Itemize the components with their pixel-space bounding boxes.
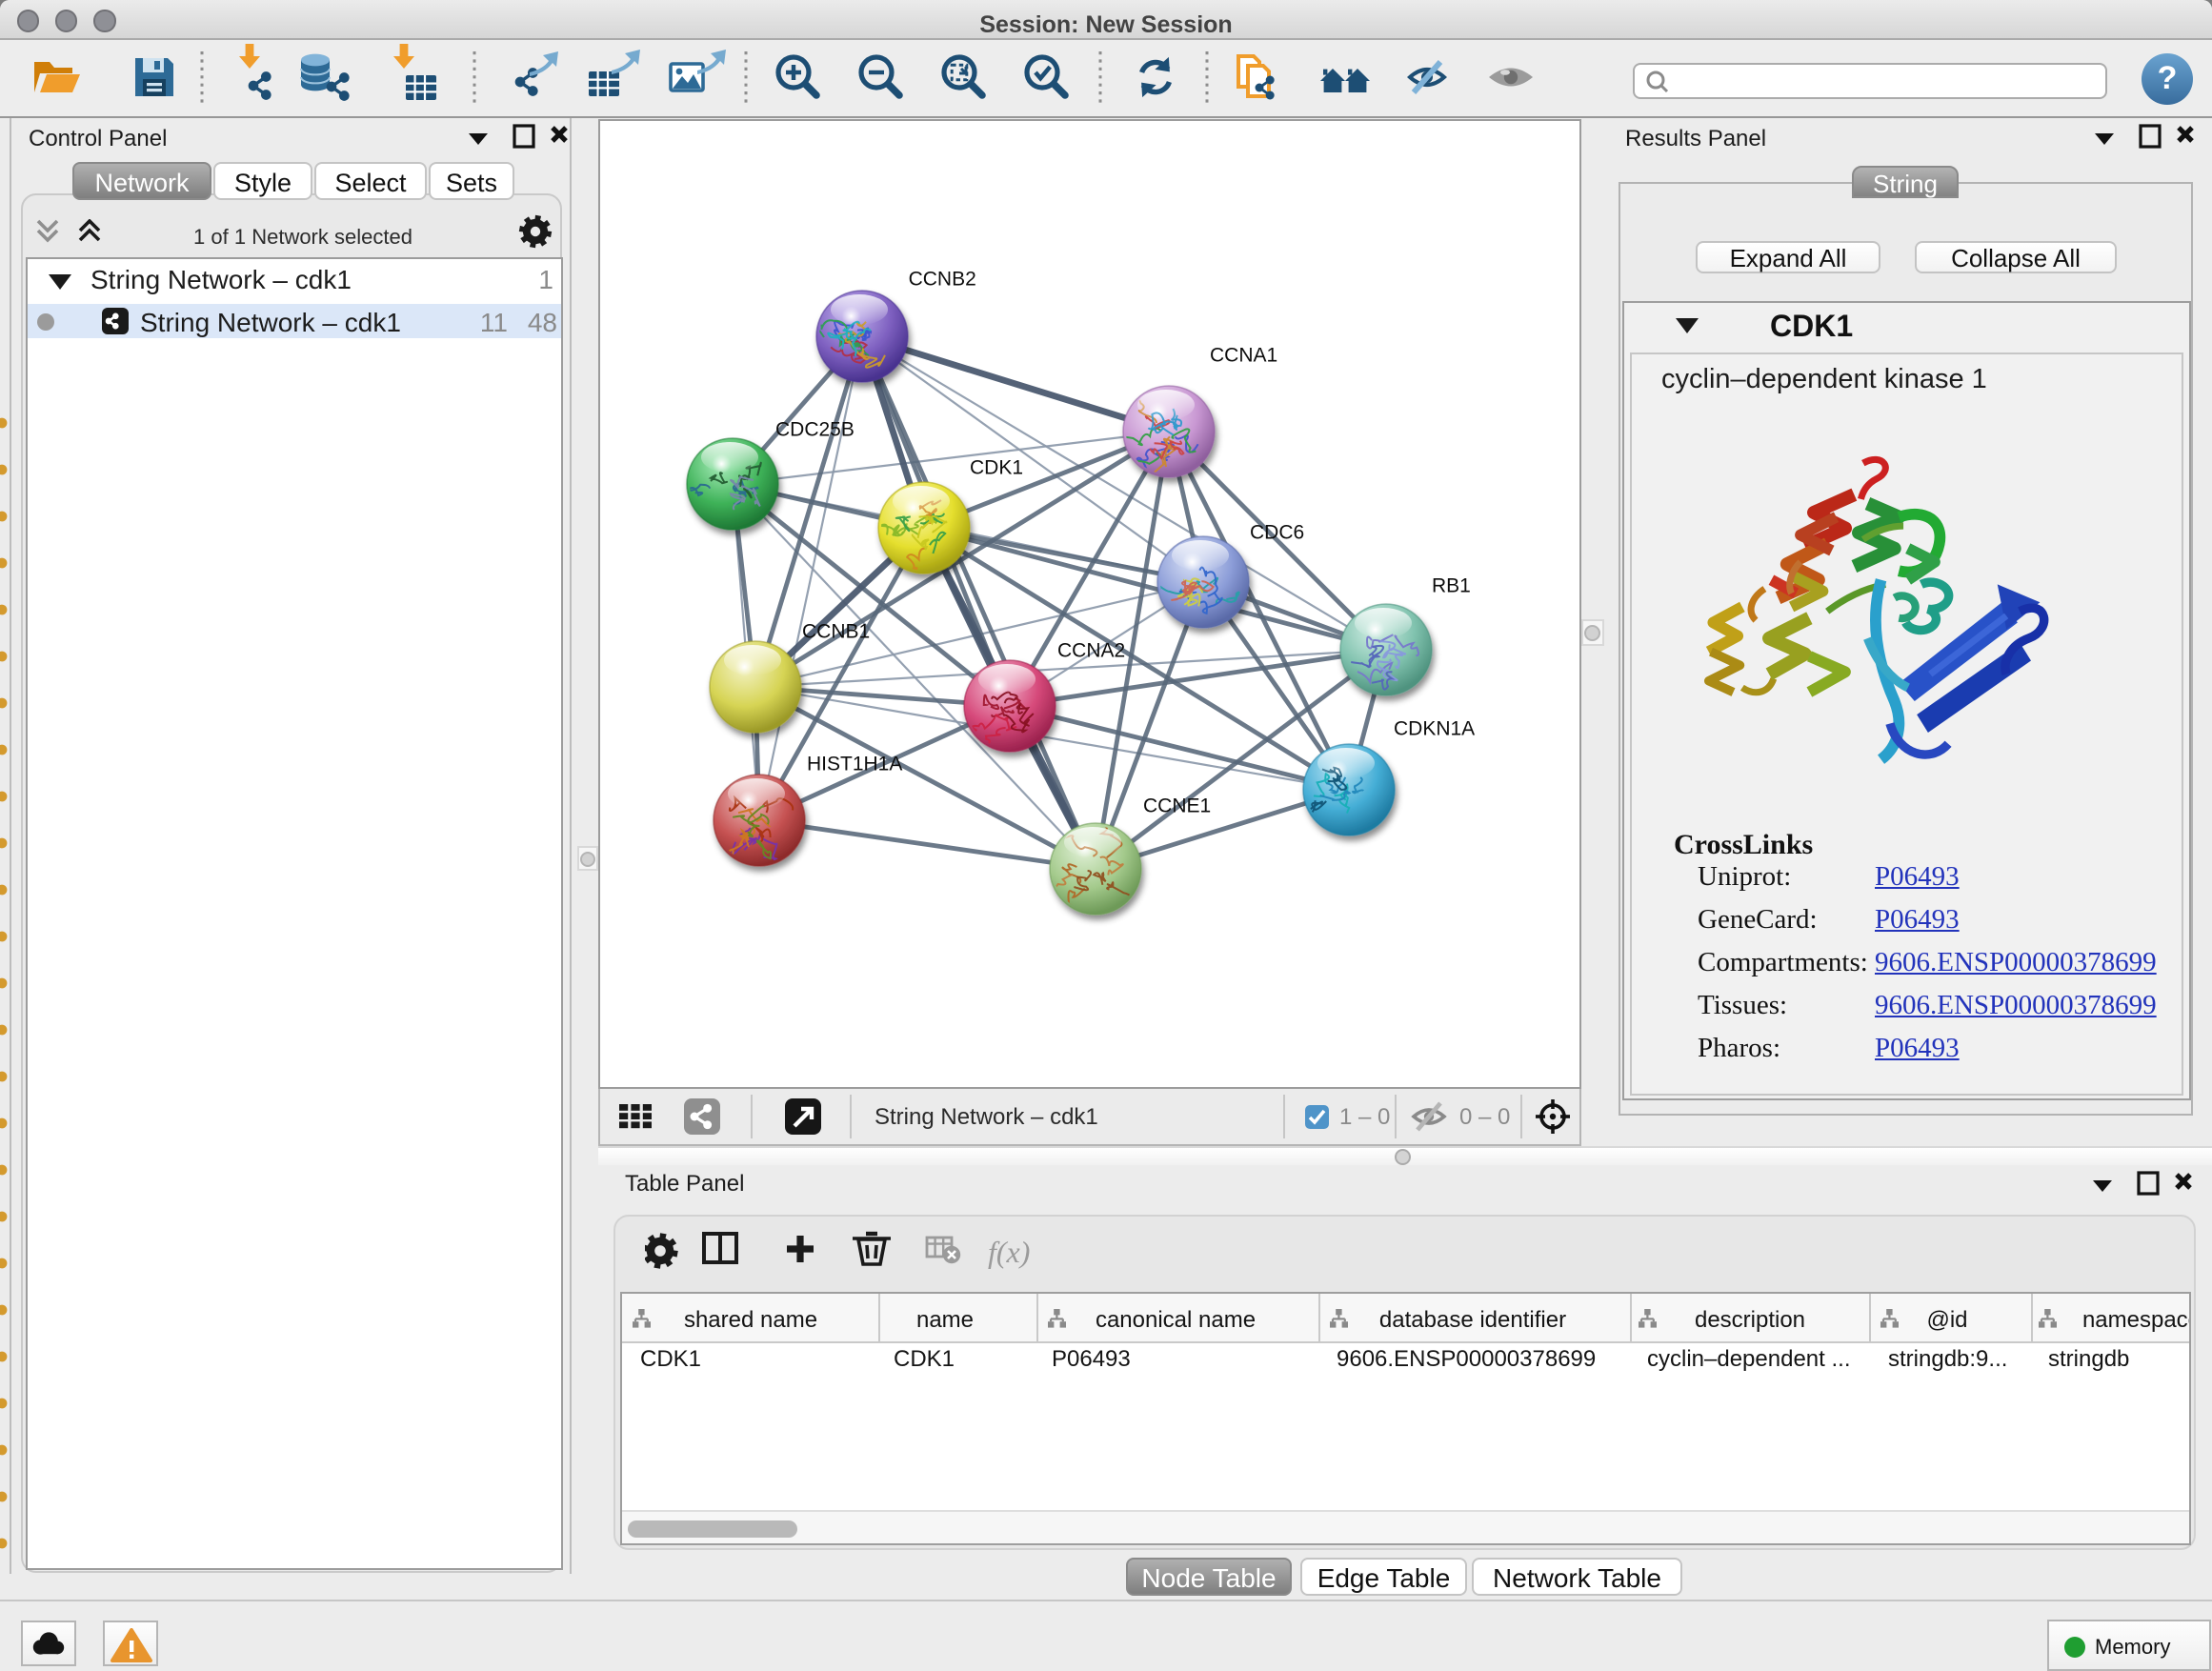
svg-text:CCNE1: CCNE1 [1143,795,1211,817]
svg-text:RB1: RB1 [1432,575,1471,597]
svg-text:1 – 0: 1 – 0 [1339,1104,1390,1130]
svg-text:CDC25B: CDC25B [775,419,855,441]
svg-text:CCNB2: CCNB2 [909,269,976,291]
svg-text:HIST1H1A: HIST1H1A [807,754,902,775]
svg-text:CCNA2: CCNA2 [1057,640,1125,662]
svg-text:CDKN1A: CDKN1A [1394,718,1475,740]
svg-text:CDC6: CDC6 [1250,522,1304,544]
svg-text:f(x): f(x) [988,1235,1030,1269]
svg-text:CCNA1: CCNA1 [1210,345,1277,367]
svg-text:String Network – cdk1: String Network – cdk1 [875,1104,1098,1130]
svg-text:CCNB1: CCNB1 [802,621,870,643]
svg-text:CDK1: CDK1 [970,457,1023,479]
svg-text:0 – 0: 0 – 0 [1459,1104,1510,1130]
